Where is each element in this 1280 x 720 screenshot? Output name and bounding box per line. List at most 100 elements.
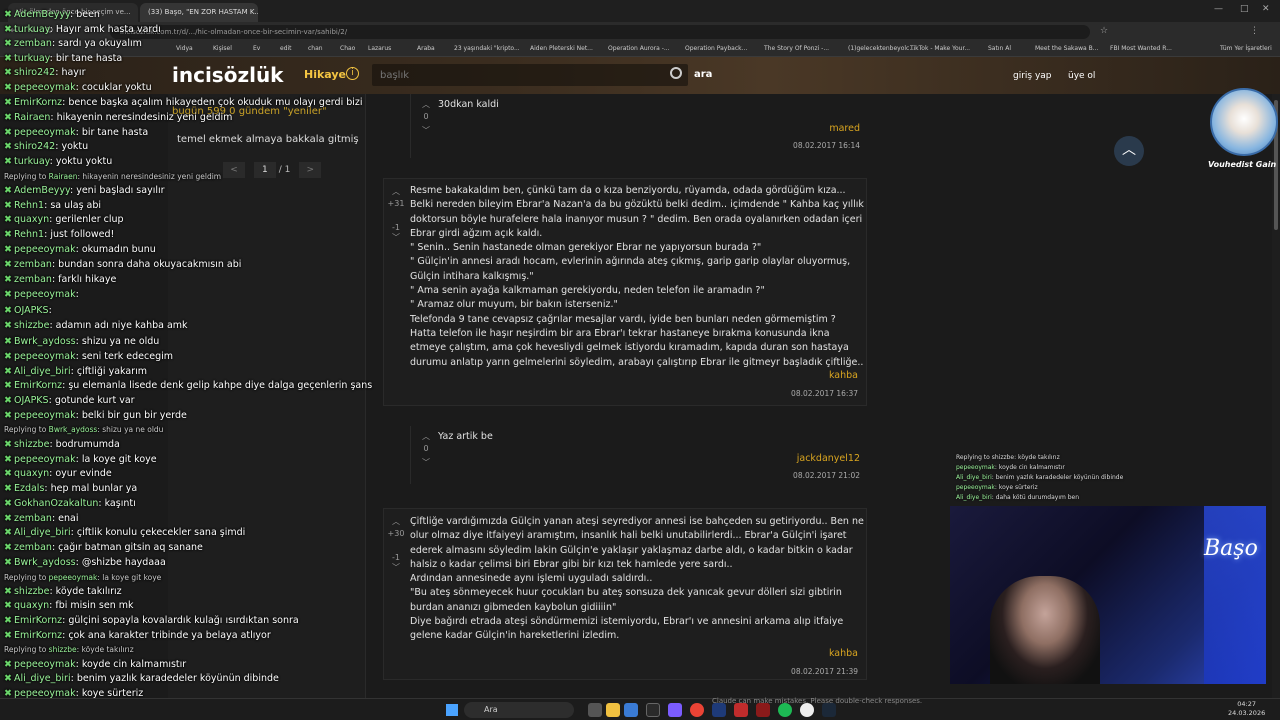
chat-username[interactable]: AdemBeyyy — [14, 185, 70, 196]
chat-username[interactable]: EmirKornz — [14, 380, 62, 391]
scroll-top-button[interactable]: ︿ — [1114, 136, 1144, 166]
chat-username[interactable]: EmirKornz — [14, 630, 62, 641]
bookmark-item[interactable]: Tüm Yer İşaretleri — [1220, 45, 1272, 52]
entry-date[interactable]: 08.02.2017 21:02 — [793, 469, 860, 483]
chat-username[interactable]: pepeeoymak — [14, 289, 76, 300]
entry-author[interactable]: kahba — [829, 369, 858, 383]
chat-username[interactable]: pepeeoymak — [14, 82, 76, 93]
app-icon[interactable] — [756, 703, 770, 717]
chat-username[interactable]: turkuay — [14, 53, 50, 64]
close-icon[interactable]: ✕ — [1262, 4, 1270, 14]
terminal-icon[interactable] — [646, 703, 660, 717]
chat-username[interactable]: pepeeoymak — [14, 244, 76, 255]
upvote-icon[interactable]: ︿ — [416, 430, 436, 442]
chat-username[interactable]: Bwrk_aydoss — [49, 425, 98, 434]
chat-username[interactable]: Ali_diye_biri — [14, 673, 71, 684]
chat-username[interactable]: shiro242 — [14, 67, 55, 78]
bookmark-item[interactable]: Araba — [417, 45, 435, 52]
bookmark-item[interactable]: Operation Aurora -... — [608, 45, 670, 52]
chat-username[interactable]: pepeeoymak — [14, 454, 76, 465]
chat-username[interactable]: AdemBeyyy — [14, 9, 70, 20]
app-icon[interactable] — [734, 703, 748, 717]
upvote-icon[interactable]: ︿ — [386, 515, 406, 527]
chat-username[interactable]: Bwrk_aydoss — [14, 336, 76, 347]
login-link[interactable]: giriş yap — [1013, 71, 1052, 81]
maximize-icon[interactable]: □ — [1240, 4, 1249, 14]
app-icon[interactable] — [624, 703, 638, 717]
search-button[interactable]: ara — [694, 69, 712, 80]
chat-username[interactable]: Ezdals — [14, 483, 44, 494]
entry-author[interactable]: kahba — [829, 647, 858, 661]
downvote-icon[interactable]: ﹀ — [416, 456, 436, 468]
chat-username[interactable]: quaxyn — [14, 600, 49, 611]
menu-icon[interactable]: ⋮ — [1250, 26, 1259, 36]
app-icon[interactable] — [712, 703, 726, 717]
chat-username[interactable]: zemban — [14, 542, 52, 553]
chat-username[interactable]: zemban — [14, 513, 52, 524]
bookmark-item[interactable]: Lazarus — [368, 45, 391, 52]
chat-username[interactable]: turkuay — [14, 156, 50, 167]
chat-username[interactable]: turkuay — [14, 24, 50, 35]
chat-username[interactable]: pepeeoymak — [14, 351, 76, 362]
bookmark-item[interactable]: Meet the Sakawa B... — [1035, 45, 1098, 52]
chat-username[interactable]: pepeeoymak — [14, 127, 76, 138]
entry-author[interactable]: jackdanyel12 — [797, 452, 860, 466]
chat-username[interactable]: OJAPKS — [14, 305, 49, 316]
chat-username[interactable]: pepeeoymak — [14, 659, 76, 670]
chat-username[interactable]: OJAPKS — [14, 395, 49, 406]
chat-username[interactable]: Rairaen — [49, 172, 78, 181]
chat-username[interactable]: zemban — [14, 259, 52, 270]
chat-username[interactable]: pepeeoymak — [14, 410, 76, 421]
taskbar-search[interactable]: Ara — [464, 702, 574, 718]
chat-username[interactable]: zemban — [14, 38, 52, 49]
minimize-icon[interactable]: — — [1214, 4, 1223, 14]
entry-date[interactable]: 08.02.2017 21:39 — [791, 665, 858, 679]
bookmark-item[interactable]: The Story Of Ponzi -... — [764, 45, 829, 52]
bookmark-item[interactable]: (1)gelecektenbeyolc... — [848, 45, 915, 52]
chat-username[interactable]: shizzbe — [14, 320, 49, 331]
chat-username[interactable]: Rairaen — [14, 112, 50, 123]
chrome-icon[interactable] — [690, 703, 704, 717]
bookmark-star-icon[interactable]: ☆ — [1100, 26, 1108, 36]
obs-icon[interactable] — [800, 703, 814, 717]
chat-username[interactable]: Bwrk_aydoss — [14, 557, 76, 568]
spotify-icon[interactable] — [778, 703, 792, 717]
search-icon[interactable] — [670, 67, 682, 79]
chat-username[interactable]: quaxyn — [14, 468, 49, 479]
search-input[interactable] — [372, 64, 688, 86]
chat-username[interactable]: shizzbe — [14, 439, 49, 450]
bookmark-item[interactable]: Operation Payback... — [685, 45, 747, 52]
bookmark-item[interactable]: Aiden Pleterski Net... — [530, 45, 593, 52]
entry-author[interactable]: mared — [829, 122, 860, 136]
chat-username[interactable]: Ali_diye_biri — [14, 366, 71, 377]
chat-username[interactable]: shiro242 — [14, 141, 55, 152]
file-explorer-icon[interactable] — [606, 703, 620, 717]
steam-icon[interactable] — [822, 703, 836, 717]
bookmark-item[interactable]: FBI Most Wanted R... — [1110, 45, 1172, 52]
app-icon[interactable] — [668, 703, 682, 717]
entry-date[interactable]: 08.02.2017 16:37 — [791, 387, 858, 401]
chat-username[interactable]: GokhanOzakaltun — [14, 498, 98, 509]
downvote-icon[interactable]: ﹀ — [386, 561, 406, 573]
chat-username[interactable]: Ali_diye_biri — [14, 527, 71, 538]
downvote-icon[interactable]: ﹀ — [386, 231, 406, 243]
bookmark-item[interactable]: Satın Al — [988, 45, 1011, 52]
upvote-icon[interactable]: ︿ — [416, 98, 436, 110]
chat-username[interactable]: Rehn1 — [14, 229, 44, 240]
bookmark-item[interactable]: TikTok - Make Your... — [910, 45, 970, 52]
chat-username[interactable]: quaxyn — [14, 214, 49, 225]
upvote-icon[interactable]: ︿ — [386, 185, 406, 197]
entry-date[interactable]: 08.02.2017 16:14 — [793, 139, 860, 153]
register-link[interactable]: üye ol — [1068, 71, 1095, 81]
chat-username[interactable]: shizzbe — [14, 586, 49, 597]
chat-username[interactable]: zemban — [14, 274, 52, 285]
task-view-icon[interactable] — [588, 703, 602, 717]
downvote-icon[interactable]: ﹀ — [416, 124, 436, 136]
chat-username[interactable]: shizzbe — [49, 645, 77, 654]
windows-start-icon[interactable] — [446, 704, 458, 716]
chat-username[interactable]: Rehn1 — [14, 200, 44, 211]
taskbar-clock[interactable]: 04:27 24.03.2026 — [1228, 700, 1265, 718]
chat-username[interactable]: EmirKornz — [14, 615, 62, 626]
chat-username[interactable]: pepeeoymak — [49, 573, 98, 582]
bookmark-item[interactable]: 23 yaşındaki "kripto... — [454, 45, 520, 52]
